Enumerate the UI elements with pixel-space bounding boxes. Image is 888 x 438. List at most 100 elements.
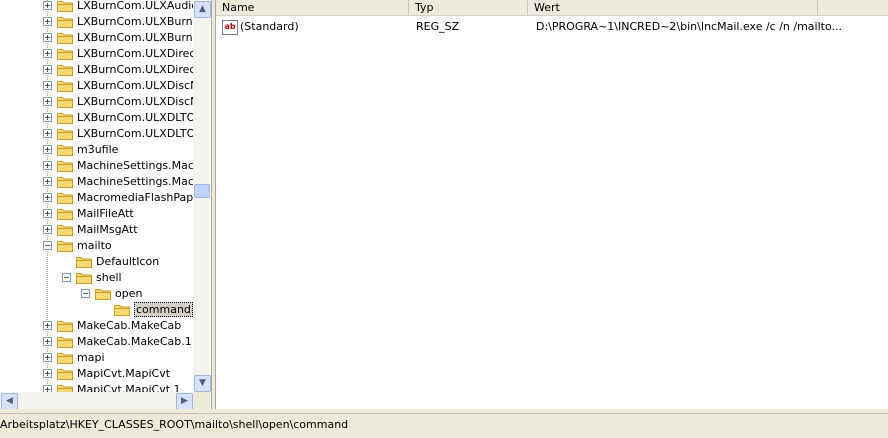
tree-item-label: MakeCab.MakeCab.1 xyxy=(77,335,192,348)
expand-toggle-icon[interactable]: + xyxy=(43,193,52,202)
folder-icon xyxy=(57,145,73,156)
tree-item[interactable]: + LXBurnCom.ULXDiscMan xyxy=(0,78,193,94)
folder-icon xyxy=(57,65,73,76)
expand-toggle-icon[interactable]: + xyxy=(43,209,52,218)
column-header-value[interactable]: Wert xyxy=(528,0,818,15)
folder-icon xyxy=(57,113,73,124)
tree-item-label: MacromediaFlashPaper. xyxy=(77,191,193,204)
expand-toggle-icon[interactable]: + xyxy=(43,353,52,362)
string-value-icon: ab xyxy=(222,20,238,35)
tree-item-label: LXBurnCom.ULXDiscMan xyxy=(77,95,193,108)
tree-item[interactable]: + MailMsgAtt xyxy=(0,222,193,238)
registry-tree-pane[interactable]: + LXBurnCom.ULXAudioCD + LXBurnCom.ULXBurnC… xyxy=(0,0,212,409)
scrollbar-corner xyxy=(193,392,210,409)
tree-item-label: LXBurnCom.ULXBurnCon xyxy=(77,15,193,28)
tree-item-label: m3ufile xyxy=(77,143,119,156)
column-header-type[interactable]: Typ xyxy=(409,0,528,15)
expand-toggle-icon[interactable]: + xyxy=(43,97,52,106)
expand-toggle-icon[interactable]: + xyxy=(43,385,52,392)
expand-toggle-icon[interactable]: + xyxy=(43,337,52,346)
collapse-toggle-icon[interactable]: − xyxy=(62,273,71,282)
expand-toggle-icon[interactable]: + xyxy=(43,321,52,330)
tree-item[interactable]: + m3ufile xyxy=(0,142,193,158)
tree-item-label: open xyxy=(115,287,143,300)
scroll-up-button[interactable]: ▲ xyxy=(194,1,211,18)
scroll-down-button[interactable]: ▼ xyxy=(194,375,211,392)
expand-toggle-icon[interactable]: + xyxy=(43,17,52,26)
status-bar: Arbeitsplatz\HKEY_CLASSES_ROOT\mailto\sh… xyxy=(0,413,888,438)
value-row[interactable]: ab (Standard) REG_SZ D:\PROGRA~1\INCRED~… xyxy=(216,19,888,35)
expand-toggle-icon[interactable]: + xyxy=(43,129,52,138)
expand-toggle-icon[interactable]: + xyxy=(43,177,52,186)
tree-item[interactable]: + LXBurnCom.ULXDLTOutp xyxy=(0,126,193,142)
tree-item[interactable]: − open xyxy=(0,286,193,302)
folder-icon xyxy=(95,289,111,300)
expand-toggle-icon[interactable]: + xyxy=(43,81,52,90)
tree-item-label: LXBurnCom.ULXDLTOutp xyxy=(77,111,193,124)
tree-item[interactable]: + LXBurnCom.ULXBurnCon xyxy=(0,14,193,30)
expand-toggle-icon[interactable]: + xyxy=(43,369,52,378)
column-header-name[interactable]: Name xyxy=(216,0,409,15)
expand-toggle-icon[interactable]: + xyxy=(43,145,52,154)
tree-item[interactable]: DefaultIcon xyxy=(0,254,193,270)
tree-item-label: LXBurnCom.ULXAudioCD xyxy=(77,0,193,12)
tree-item-label: shell xyxy=(96,271,122,284)
folder-icon xyxy=(57,369,73,380)
tree-item[interactable]: + LXBurnCom.ULXBurnCon xyxy=(0,30,193,46)
tree-vertical-scrollbar[interactable]: ▲ ▼ xyxy=(193,0,211,392)
tree-item[interactable]: + MakeCab.MakeCab.1 xyxy=(0,334,193,350)
expand-toggle-icon[interactable]: + xyxy=(43,65,52,74)
expand-toggle-icon[interactable]: + xyxy=(43,49,52,58)
tree-item[interactable]: + LXBurnCom.ULXAudioCD xyxy=(0,0,193,14)
registry-tree[interactable]: + LXBurnCom.ULXAudioCD + LXBurnCom.ULXBurnC… xyxy=(0,0,193,392)
tree-item-label: LXBurnCom.ULXDiscMan xyxy=(77,79,193,92)
tree-item[interactable]: + LXBurnCom.ULXDirectCD xyxy=(0,62,193,78)
tree-item[interactable]: + MapiCvt.MapiCvt.1 xyxy=(0,382,193,392)
tree-item[interactable]: + MachineSettings.Machin xyxy=(0,158,193,174)
folder-icon xyxy=(57,1,73,12)
tree-item[interactable]: + MapiCvt.MapiCvt xyxy=(0,366,193,382)
tree-item[interactable]: + MacromediaFlashPaper. xyxy=(0,190,193,206)
tree-item-label: MapiCvt.MapiCvt xyxy=(77,367,171,380)
tree-item[interactable]: + LXBurnCom.ULXDLTOutp xyxy=(0,110,193,126)
tree-item[interactable]: + LXBurnCom.ULXDiscMan xyxy=(0,94,193,110)
scroll-thumb[interactable] xyxy=(194,184,210,198)
value-type: REG_SZ xyxy=(416,20,460,33)
tree-item[interactable]: − shell xyxy=(0,270,193,286)
folder-icon xyxy=(57,241,73,252)
folder-icon xyxy=(57,337,73,348)
scroll-left-button[interactable]: ◀ xyxy=(1,393,18,409)
folder-icon xyxy=(57,209,73,220)
folder-icon xyxy=(57,177,73,188)
tree-item-label: MachineSettings.Machin xyxy=(77,175,193,188)
tree-item-label: DefaultIcon xyxy=(96,255,160,268)
tree-item[interactable]: − mailto xyxy=(0,238,193,254)
folder-icon xyxy=(57,193,73,204)
folder-icon xyxy=(57,353,73,364)
expand-toggle-icon[interactable]: + xyxy=(43,113,52,122)
folder-icon xyxy=(76,257,92,268)
tree-item-label: LXBurnCom.ULXDirectCD xyxy=(77,47,193,60)
tree-item[interactable]: + LXBurnCom.ULXDirectCD xyxy=(0,46,193,62)
collapse-toggle-icon[interactable]: − xyxy=(81,289,90,298)
collapse-toggle-icon[interactable]: − xyxy=(43,241,52,250)
tree-item-label: LXBurnCom.ULXDLTOutp xyxy=(77,127,193,140)
expand-toggle-icon[interactable]: + xyxy=(43,161,52,170)
folder-icon xyxy=(57,81,73,92)
expand-toggle-icon[interactable]: + xyxy=(43,33,52,42)
folder-icon xyxy=(57,321,73,332)
tree-item[interactable]: + MakeCab.MakeCab xyxy=(0,318,193,334)
folder-icon xyxy=(57,129,73,140)
tree-horizontal-scrollbar[interactable]: ◀ ▶ xyxy=(0,392,193,409)
tree-item[interactable]: + MailFileAtt xyxy=(0,206,193,222)
expand-toggle-icon[interactable]: + xyxy=(43,1,52,10)
status-path: Arbeitsplatz\HKEY_CLASSES_ROOT\mailto\sh… xyxy=(0,418,349,431)
expand-toggle-icon[interactable]: + xyxy=(43,225,52,234)
tree-item[interactable]: command xyxy=(0,302,193,318)
tree-item[interactable]: + mapi xyxy=(0,350,193,366)
registry-values-pane[interactable]: Name Typ Wert ab (Standard) REG_SZ D:\PR… xyxy=(215,0,888,409)
value-data: D:\PROGRA~1\INCRED~2\bin\IncMail.exe /c … xyxy=(536,20,842,33)
tree-item[interactable]: + MachineSettings.Machin xyxy=(0,174,193,190)
tree-item-label: mapi xyxy=(77,351,105,364)
scroll-right-button[interactable]: ▶ xyxy=(176,393,193,409)
